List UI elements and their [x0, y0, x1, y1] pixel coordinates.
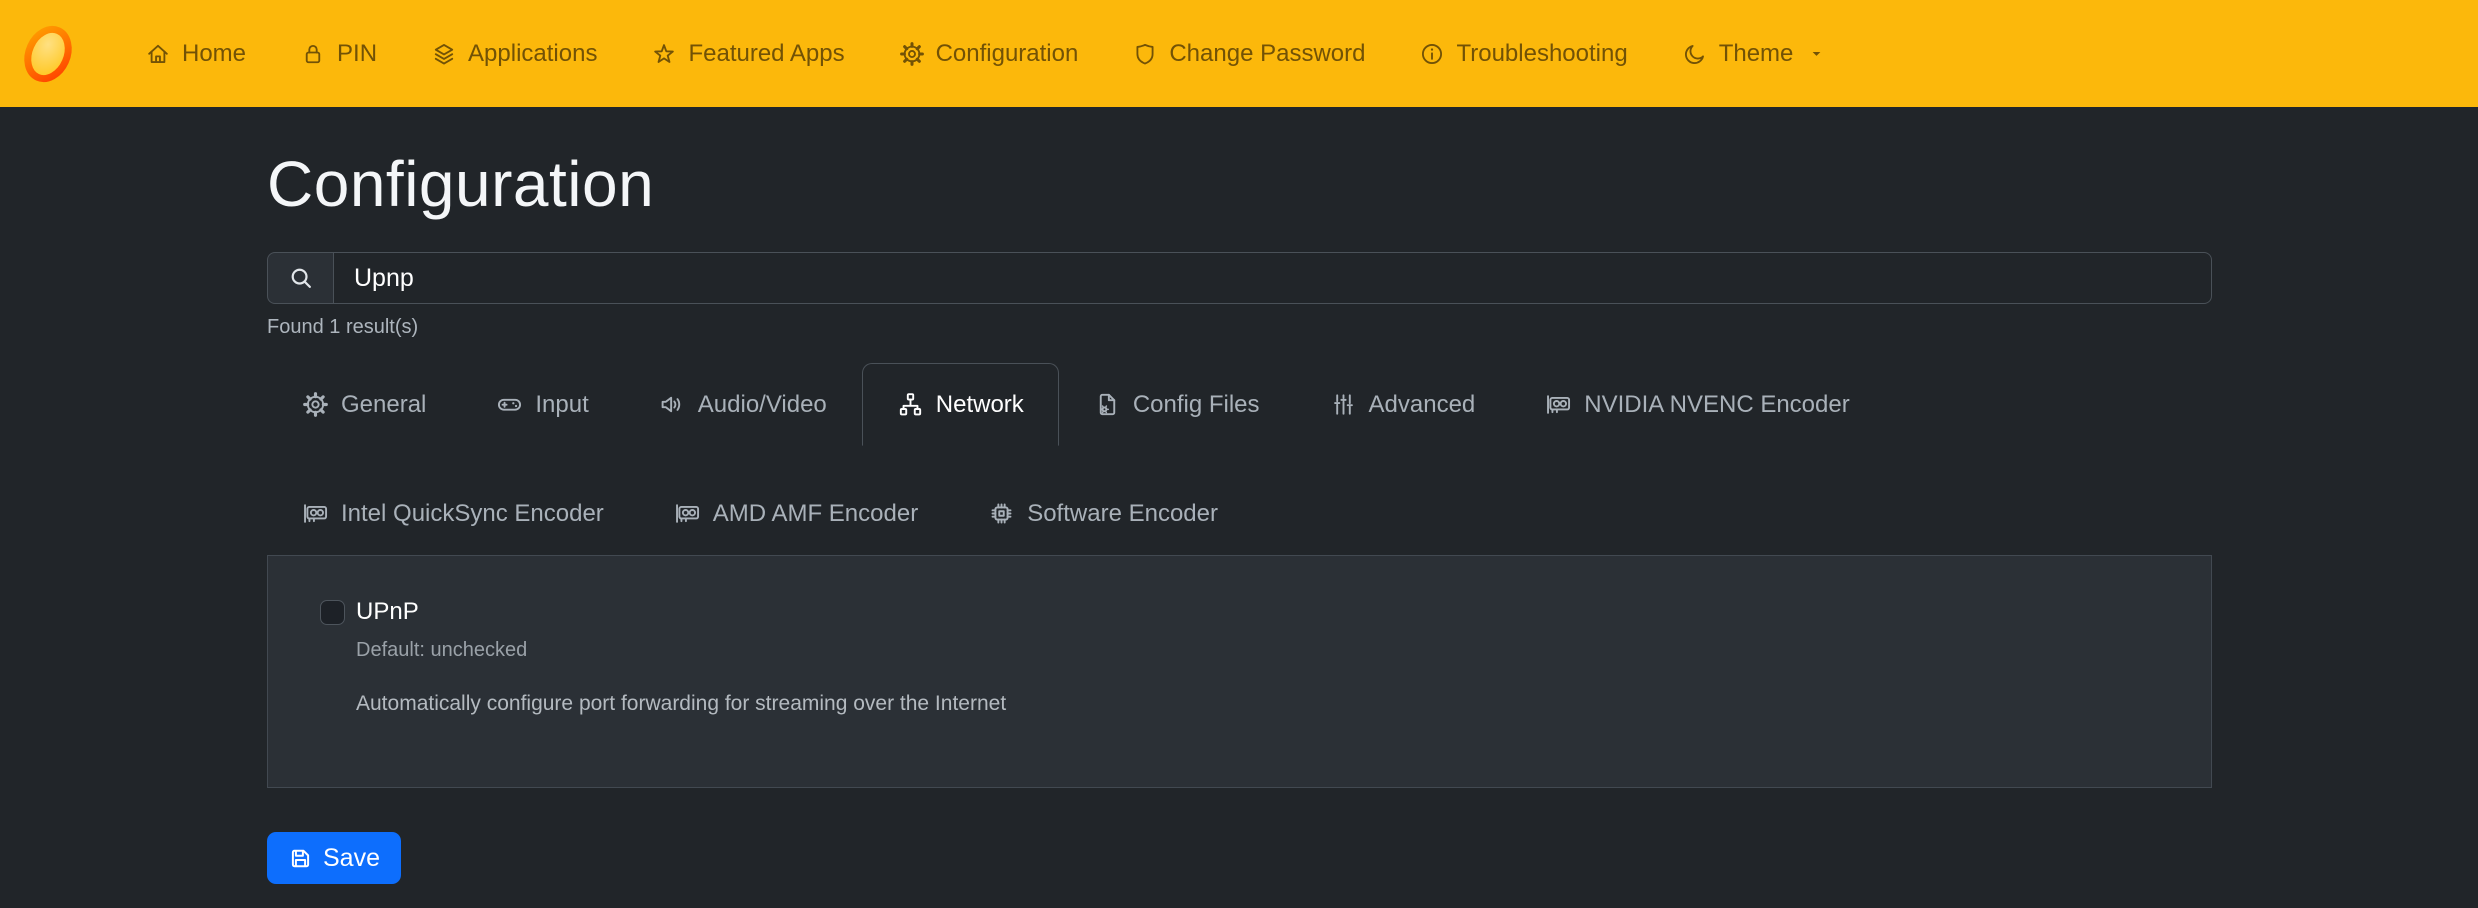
sunshine-logo[interactable]	[18, 22, 78, 86]
tab-label: Input	[535, 391, 588, 419]
tab-software-encoder[interactable]: Software Encoder	[953, 472, 1253, 555]
cpu-icon	[988, 500, 1015, 527]
stack-icon	[431, 41, 457, 67]
sliders-icon	[1330, 391, 1357, 418]
search-addon	[267, 252, 333, 304]
save-button[interactable]: Save	[267, 832, 401, 884]
shield-icon	[1132, 41, 1158, 67]
tab-general[interactable]: General	[267, 363, 461, 446]
content-panel: UPnP Default: unchecked Automatically co…	[267, 555, 2212, 788]
upnp-label[interactable]: UPnP	[356, 598, 419, 626]
tab-label: AMD AMF Encoder	[713, 500, 918, 528]
nav-item-label: Home	[182, 40, 246, 68]
search-results-count: Found 1 result(s)	[267, 316, 2212, 339]
nav-item-pin[interactable]: PIN	[273, 40, 404, 68]
gpu-card-icon	[674, 500, 701, 527]
tab-amd-amf-encoder[interactable]: AMD AMF Encoder	[639, 472, 953, 555]
network-icon	[897, 391, 924, 418]
file-gear-icon	[1094, 391, 1121, 418]
tab-label: Network	[936, 391, 1024, 419]
save-icon	[288, 846, 313, 871]
nav-item-featured-apps[interactable]: Featured Apps	[624, 40, 871, 68]
lock-icon	[300, 41, 326, 67]
nav-item-label: PIN	[337, 40, 377, 68]
search-group	[267, 252, 2212, 304]
page-title: Configuration	[267, 151, 2212, 218]
upnp-checkbox[interactable]	[320, 600, 345, 625]
tab-label: Intel QuickSync Encoder	[341, 500, 604, 528]
tab-label: Config Files	[1133, 391, 1260, 419]
nav-item-troubleshooting[interactable]: Troubleshooting	[1392, 40, 1654, 68]
tab-audio-video[interactable]: Audio/Video	[624, 363, 862, 446]
nav-item-label: Applications	[468, 40, 597, 68]
star-icon	[651, 41, 677, 67]
gear-icon	[302, 391, 329, 418]
tab-label: Software Encoder	[1027, 500, 1218, 528]
home-icon	[145, 41, 171, 67]
gpu-card-icon	[1545, 391, 1572, 418]
tab-label: NVIDIA NVENC Encoder	[1584, 391, 1849, 419]
nav-item-label: Configuration	[936, 40, 1079, 68]
caret-down-icon	[1809, 46, 1824, 61]
nav-item-configuration[interactable]: Configuration	[872, 40, 1106, 68]
tab-config-files[interactable]: Config Files	[1059, 363, 1295, 446]
controller-icon	[496, 391, 523, 418]
tab-nvidia-nvenc-encoder[interactable]: NVIDIA NVENC Encoder	[1510, 363, 1884, 446]
nav-item-theme-dropdown[interactable]: Theme	[1655, 40, 1852, 68]
nav-item-home[interactable]: Home	[118, 40, 273, 68]
gear-icon	[899, 41, 925, 67]
info-circle-icon	[1419, 41, 1445, 67]
tab-network[interactable]: Network	[862, 363, 1059, 446]
nav-item-label: Troubleshooting	[1456, 40, 1627, 68]
speaker-icon	[659, 391, 686, 418]
nav-item-label: Featured Apps	[688, 40, 844, 68]
nav-item-applications[interactable]: Applications	[404, 40, 624, 68]
tab-label: General	[341, 391, 426, 419]
tab-label: Advanced	[1369, 391, 1476, 419]
tab-bar: General Input Audio/Video Network Config…	[267, 363, 2212, 555]
nav-item-label: Change Password	[1169, 40, 1365, 68]
upnp-description: Automatically configure port forwarding …	[356, 692, 2159, 716]
configuration-page: Configuration Found 1 result(s) General …	[267, 151, 2212, 884]
upnp-default-text: Default: unchecked	[356, 639, 2159, 662]
save-button-label: Save	[323, 844, 380, 873]
upnp-setting-row: UPnP	[320, 598, 2159, 626]
nav-item-label: Theme	[1719, 40, 1794, 68]
search-input[interactable]	[333, 252, 2212, 304]
nav-item-change-password[interactable]: Change Password	[1105, 40, 1392, 68]
tab-label: Audio/Video	[698, 391, 827, 419]
tab-advanced[interactable]: Advanced	[1295, 363, 1511, 446]
navbar: Home PIN Applications Featured Apps Conf…	[0, 0, 2478, 107]
tab-input[interactable]: Input	[461, 363, 623, 446]
moon-icon	[1682, 41, 1708, 67]
tab-intel-quicksync-encoder[interactable]: Intel QuickSync Encoder	[267, 472, 639, 555]
gpu-card-icon	[302, 500, 329, 527]
search-icon	[287, 264, 315, 292]
